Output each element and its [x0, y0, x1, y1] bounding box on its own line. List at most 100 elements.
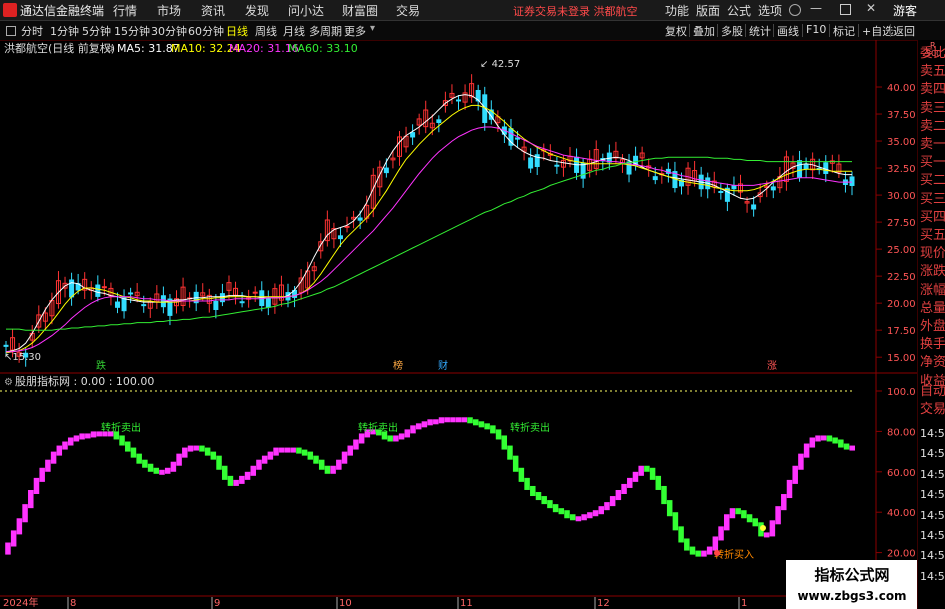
period-tab-daily[interactable]: 日线: [226, 23, 248, 39]
period-tab-multi[interactable]: 多周期: [309, 23, 342, 39]
minimize-icon[interactable]: —: [810, 1, 822, 15]
indicator-segment: [170, 461, 177, 472]
period-tab-30min[interactable]: 30分钟: [151, 23, 187, 39]
restore-rights-button[interactable]: 复权: [665, 23, 687, 39]
menu-item-ask[interactable]: 问小达: [288, 2, 324, 19]
period-tab-15min[interactable]: 15分钟: [114, 23, 150, 39]
event-mark-drop[interactable]: 跌: [96, 359, 106, 372]
indicator-segment: [421, 421, 428, 428]
candle-body: [141, 304, 147, 307]
menu-item-formula[interactable]: 公式: [727, 2, 751, 19]
overlay-button[interactable]: 叠加: [693, 23, 715, 39]
indicator-segment: [826, 435, 833, 442]
indicator-segment: [387, 435, 393, 442]
indicator-segment: [741, 510, 747, 519]
event-mark-rise[interactable]: 涨: [767, 360, 777, 372]
menu-item-trade[interactable]: 交易: [396, 2, 420, 19]
period-tab-more[interactable]: 更多: [344, 23, 366, 39]
guest-label[interactable]: 游客: [893, 2, 917, 19]
menu-item-wealth[interactable]: 财富圈: [342, 2, 378, 19]
menu-item-options[interactable]: 选项: [758, 2, 782, 19]
candle-body: [849, 176, 855, 186]
close-icon[interactable]: ✕: [866, 1, 876, 15]
candle-body: [554, 164, 560, 167]
f10-button[interactable]: F10: [806, 23, 826, 36]
indicator-segment: [746, 514, 753, 523]
quote-field-label: 买五: [920, 228, 945, 243]
maximize-icon[interactable]: [840, 4, 851, 15]
chevron-down-icon[interactable]: ▾: [370, 23, 375, 34]
indicator-segment: [781, 494, 787, 511]
back-button[interactable]: 返回: [893, 23, 915, 39]
tick-time: 14:56: [920, 549, 945, 563]
sell-signal-label: 转折卖出: [358, 421, 398, 434]
draw-line-button[interactable]: 画线: [777, 23, 799, 39]
add-watchlist-button[interactable]: +自选: [862, 23, 893, 39]
y-tick-label: 40.00: [887, 508, 916, 519]
indicator-segment: [256, 459, 262, 470]
period-tab-1min[interactable]: 1分钟: [50, 23, 79, 39]
layout-toggle-icon[interactable]: [6, 26, 16, 36]
indicator-series: [5, 417, 855, 557]
quote-field-label: 卖一: [920, 137, 945, 152]
candle-body: [751, 204, 757, 210]
menu-item-layout[interactable]: 版面: [696, 2, 720, 19]
period-tab-intraday[interactable]: 分时: [21, 23, 43, 39]
candle-body: [797, 160, 803, 178]
tick-time: 14:56: [920, 529, 945, 542]
app-title: 通达信金融终端: [20, 4, 105, 18]
period-tab-5min[interactable]: 5分钟: [82, 23, 111, 39]
candle-body: [580, 162, 586, 179]
candle-body: [337, 235, 343, 240]
menu-item-discover[interactable]: 发现: [245, 2, 269, 19]
period-tab-monthly[interactable]: 月线: [283, 23, 305, 39]
indicator-segment: [221, 465, 228, 480]
chart-area[interactable]: 洪都航空(日线 前复权) ⚙ MA5: 31.87 MA10: 32.24 MA…: [0, 40, 917, 609]
indicator-segment: [461, 417, 468, 423]
user-icon[interactable]: [789, 4, 801, 16]
candle-body: [528, 157, 534, 169]
event-mark-ranking[interactable]: 榜: [393, 359, 403, 372]
candle-body: [3, 344, 9, 347]
indicator-segment: [541, 496, 547, 505]
multi-stock-button[interactable]: 多股: [721, 23, 743, 39]
divider: [689, 24, 690, 37]
indicator-segment: [193, 445, 199, 451]
menu-item-news[interactable]: 资讯: [201, 2, 225, 19]
mark-button[interactable]: 标记: [833, 23, 855, 39]
y-tick-label: 27.50: [887, 218, 916, 229]
menu-item-market-quotes[interactable]: 行情: [113, 2, 137, 19]
login-status: 证券交易未登录 洪都航空: [513, 5, 638, 18]
candle-body: [823, 162, 829, 174]
indicator-segment: [581, 514, 587, 521]
event-mark-finance[interactable]: 财: [438, 359, 448, 372]
quote-field-label: 卖五: [920, 64, 945, 80]
menu-item-function[interactable]: 功能: [665, 2, 689, 19]
quote-field-label: 涨跌: [920, 264, 945, 280]
indicator-segment: [250, 465, 257, 476]
candle-body: [95, 284, 101, 297]
settings-icon[interactable]: ⚙: [105, 44, 114, 55]
menu-item-market[interactable]: 市场: [157, 2, 181, 19]
watermark-url: www.zbgs3.com: [797, 589, 906, 603]
indicator-segment: [723, 514, 730, 531]
candlesticks: [3, 74, 855, 367]
candle-body: [213, 300, 219, 310]
period-tab-weekly[interactable]: 周线: [255, 23, 277, 39]
period-tab-60min[interactable]: 60分钟: [188, 23, 224, 39]
y-tick-label: 80.00: [887, 427, 916, 438]
candle-body: [114, 301, 120, 308]
y-tick-label: 40.00: [887, 83, 916, 94]
candle-body: [357, 217, 363, 221]
quote-field-label[interactable]: 自动: [920, 385, 945, 398]
indicator-segment: [524, 477, 530, 490]
indicator-segment: [324, 465, 331, 474]
indicator-segment: [552, 504, 559, 513]
indicator-segment: [507, 445, 513, 460]
indicator-settings-icon[interactable]: ⚙: [4, 377, 13, 388]
indicator-segment: [261, 455, 268, 464]
indicator-segment: [587, 512, 593, 519]
quote-field-label[interactable]: 交易: [920, 403, 945, 416]
statistics-button[interactable]: 统计: [749, 23, 771, 39]
candle-body: [770, 186, 776, 191]
